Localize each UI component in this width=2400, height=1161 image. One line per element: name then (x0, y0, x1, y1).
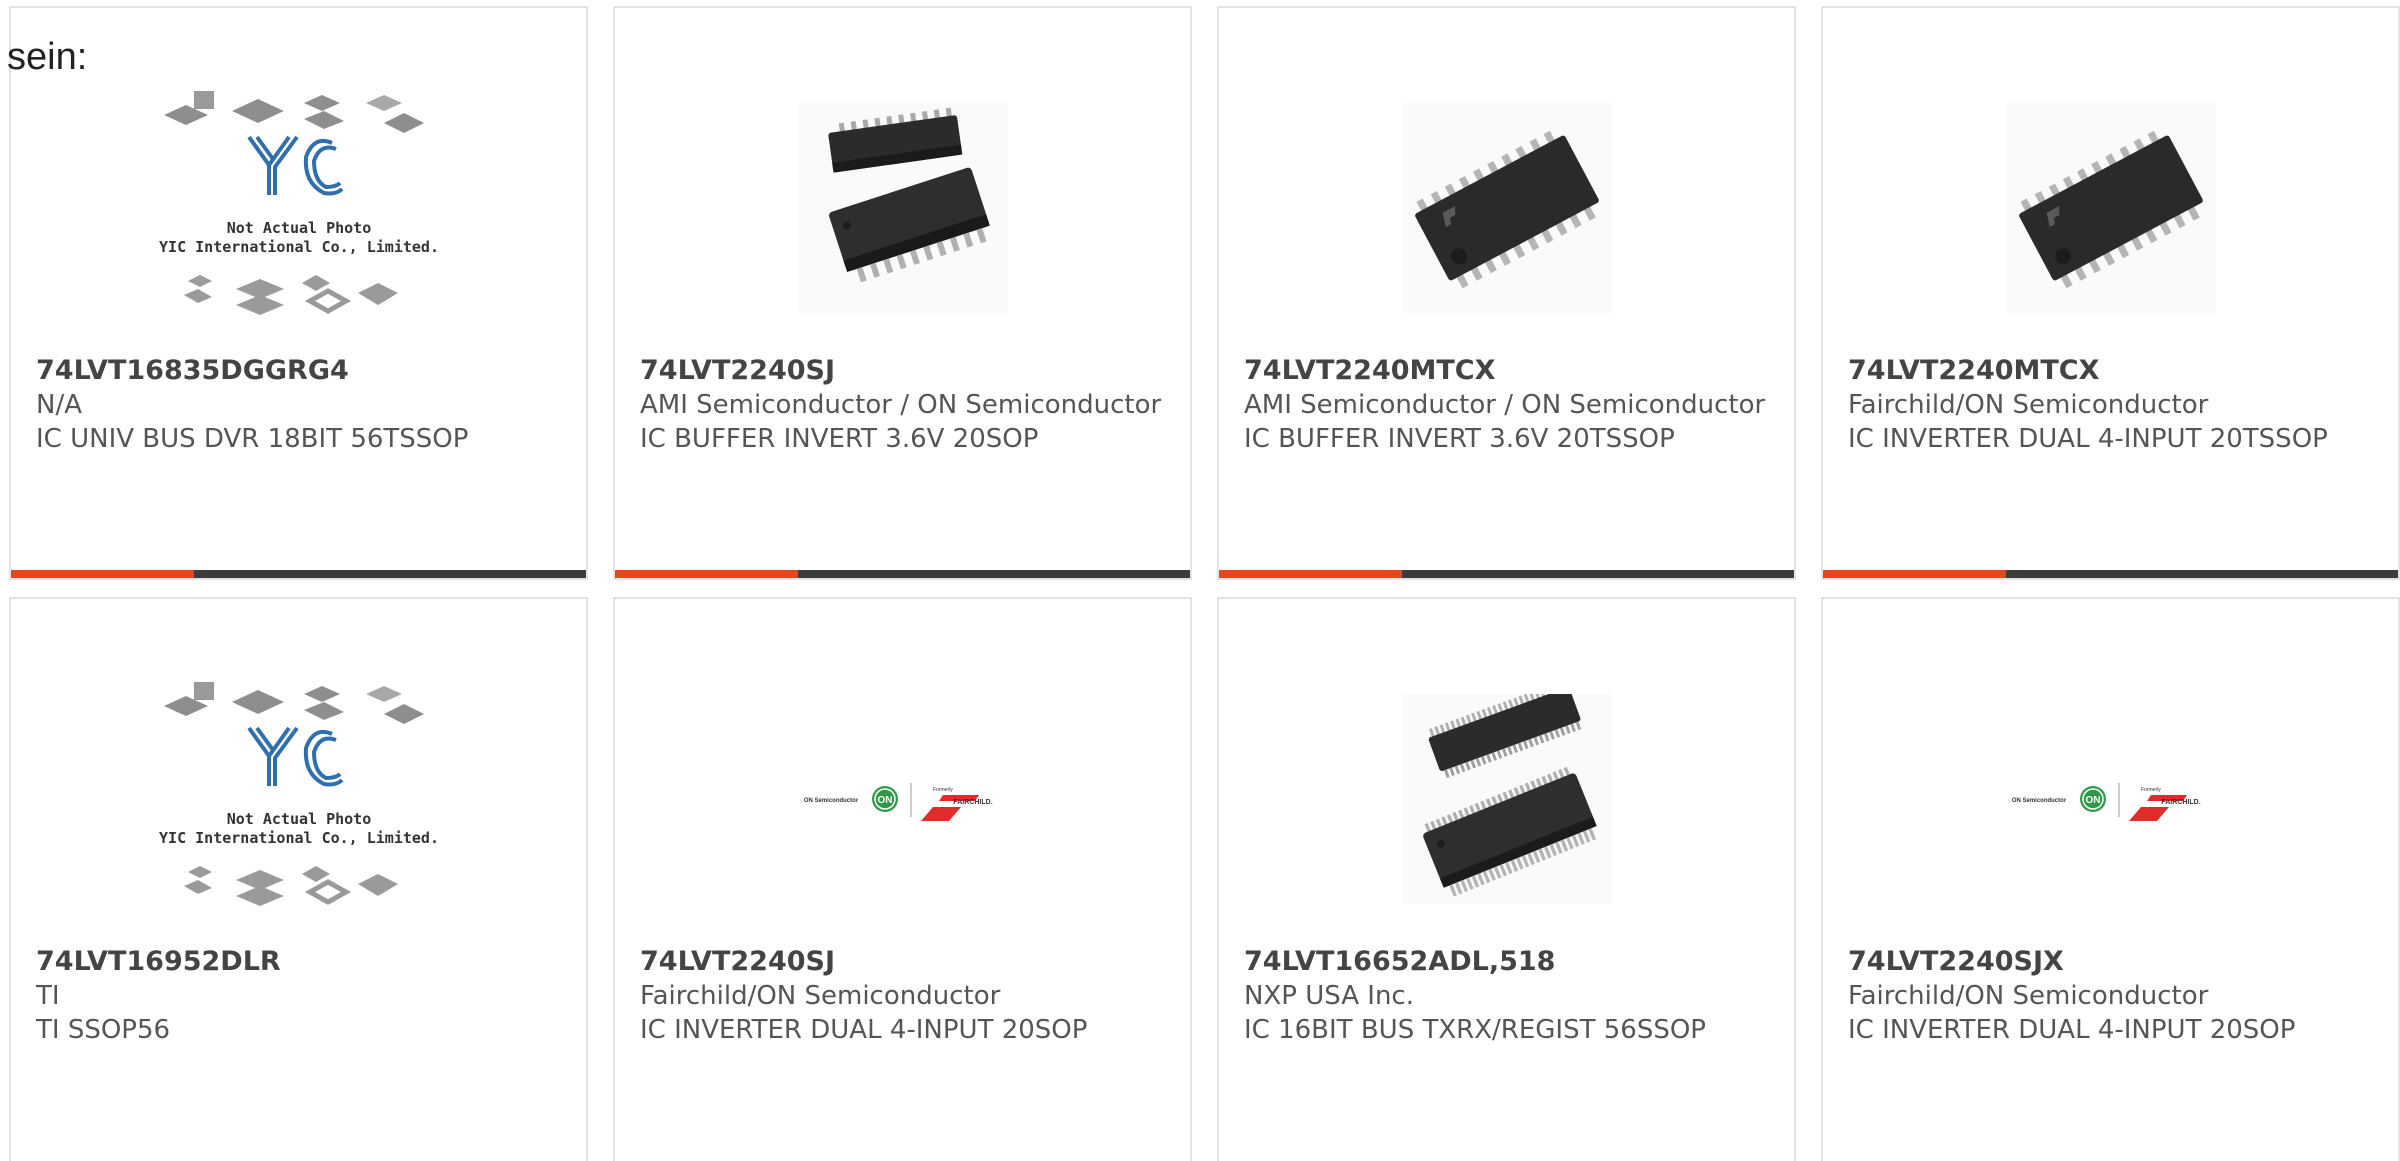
placeholder-line1: Not Actual Photo (226, 810, 371, 828)
product-card[interactable]: 74LVT2240MTCX AMI Semiconductor / ON Semi… (1217, 6, 1796, 580)
logo-left-text: ON Semiconductor (803, 798, 858, 804)
manufacturer-label: Fairchild/ON Semiconductor (1848, 390, 2209, 420)
placeholder-line2: YIC International Co., Limited. (159, 829, 439, 847)
part-number-link[interactable]: 74LVT2240MTCX (1244, 354, 1774, 388)
product-card[interactable]: 74LVT2240MTCX Fairchild/ON Semiconductor I… (1821, 6, 2400, 580)
logo-on-text: ON (877, 795, 892, 806)
manufacturer-label: N/A (36, 390, 82, 420)
chip-photo-tssop20 (1401, 103, 1612, 313)
product-card[interactable]: ON Semiconductor ON Formerly FAIRCHILD. 74LV… (1821, 597, 2400, 1161)
product-card[interactable]: 74LVT16652ADL,518 NXP USA Inc. IC 16BIT BU… (1217, 597, 1796, 1161)
part-number-link[interactable]: 74LVT2240SJ (640, 945, 1170, 979)
logo-formerly-text: Formerly (933, 787, 953, 793)
product-info: 74LVT16952DLR TI TI SSOP56 (36, 945, 566, 1047)
product-card[interactable]: Not Actual Photo YIC International Co., L… (9, 6, 588, 580)
product-image[interactable] (1219, 659, 1794, 939)
product-image[interactable]: Not Actual Photo YIC International Co., L… (11, 68, 586, 348)
card-accent-bar (11, 570, 194, 578)
description-label: IC BUFFER INVERT 3.6V 20SOP (640, 424, 1039, 454)
manufacturer-label: AMI Semiconductor / ON Semiconductor (640, 390, 1162, 420)
product-info: 74LVT2240SJ Fairchild/ON Semiconductor IC … (640, 945, 1170, 1047)
description-label: IC INVERTER DUAL 4-INPUT 20TSSOP (1848, 424, 2328, 454)
product-info: 74LVT16652ADL,518 NXP USA Inc. IC 16BIT BU… (1244, 945, 1774, 1047)
logo-fairchild-text: FAIRCHILD. (2161, 799, 2200, 806)
placeholder-photo: Not Actual PhotoYIC International Co., L… (159, 682, 439, 906)
manufacturer-label: TI (36, 981, 60, 1011)
card-bottom-bar (1823, 570, 2398, 578)
card-accent-bar (1219, 570, 1402, 578)
product-image[interactable] (1823, 68, 2398, 348)
description-label: TI SSOP56 (36, 1015, 171, 1045)
product-image[interactable]: Not Actual Photo YIC International Co., L… (11, 659, 586, 939)
description-label: IC UNIV BUS DVR 18BIT 56TSSOP (36, 424, 469, 454)
product-image[interactable]: ON Semiconductor ON Formerly FAIRCHILD. (615, 659, 1190, 939)
part-number-link[interactable]: 74LVT16652ADL,518 (1244, 945, 1774, 979)
description-label: IC INVERTER DUAL 4-INPUT 20SOP (1848, 1015, 2296, 1045)
chip-photo-tssop20 (2005, 103, 2216, 313)
logo-formerly-text: Formerly (2141, 787, 2161, 793)
card-accent-bar (615, 570, 798, 578)
part-number-link[interactable]: 74LVT2240MTCX (1848, 354, 2378, 388)
placeholder-line1: Not Actual Photo (226, 219, 371, 237)
product-info: 74LVT2240SJ AMI Semiconductor / ON Semico… (640, 354, 1170, 456)
on-fairchild-logo: ON Semiconductor ON FormerlyFAIRCHILD. (803, 783, 992, 821)
card-accent-bar (1823, 570, 2006, 578)
lead-text: sein: (7, 36, 88, 78)
product-card[interactable]: ON Semiconductor ON Formerly FAIRCHILD. 74LV… (613, 597, 1192, 1161)
manufacturer-label: AMI Semiconductor / ON Semiconductor (1244, 390, 1766, 420)
logo-fairchild-text: FAIRCHILD. (953, 799, 992, 806)
part-number-link[interactable]: 74LVT16835DGGRG4 (36, 354, 566, 388)
placeholder-line2: YIC International Co., Limited. (159, 238, 439, 256)
card-bottom-bar (1219, 570, 1794, 578)
product-card[interactable]: Not Actual Photo YIC International Co., L… (9, 597, 588, 1161)
logo-on-text: ON (2085, 795, 2100, 806)
card-bottom-bar (615, 570, 1190, 578)
manufacturer-label: Fairchild/ON Semiconductor (640, 981, 1001, 1011)
product-info: 74LVT16835DGGRG4 N/A IC UNIV BUS DVR 18BIT… (36, 354, 566, 456)
manufacturer-label: NXP USA Inc. (1244, 981, 1414, 1011)
description-label: IC BUFFER INVERT 3.6V 20TSSOP (1244, 424, 1675, 454)
chip-photo-ssop56 (1401, 694, 1612, 904)
part-number-link[interactable]: 74LVT2240SJ (640, 354, 1170, 388)
placeholder-photo: Not Actual PhotoYIC International Co., L… (159, 91, 439, 315)
product-info: 74LVT2240MTCX Fairchild/ON Semiconductor I… (1848, 354, 2378, 456)
product-image[interactable] (615, 68, 1190, 348)
description-label: IC INVERTER DUAL 4-INPUT 20SOP (640, 1015, 1088, 1045)
chip-photo-soic20 (797, 103, 1008, 313)
product-info: 74LVT2240SJX Fairchild/ON Semiconductor IC… (1848, 945, 2378, 1047)
product-image[interactable] (1219, 68, 1794, 348)
card-bottom-bar (11, 570, 586, 578)
product-info: 74LVT2240MTCX AMI Semiconductor / ON Semi… (1244, 354, 1774, 456)
product-image[interactable]: ON Semiconductor ON Formerly FAIRCHILD. (1823, 659, 2398, 939)
product-grid-page: sein: Not Actual Photo YIC International … (0, 0, 2400, 1161)
product-card[interactable]: 74LVT2240SJ AMI Semiconductor / ON Semico… (613, 6, 1192, 580)
manufacturer-label: Fairchild/ON Semiconductor (1848, 981, 2209, 1011)
on-fairchild-logo: ON Semiconductor ON FormerlyFAIRCHILD. (2011, 783, 2200, 821)
logo-left-text: ON Semiconductor (2011, 798, 2066, 804)
part-number-link[interactable]: 74LVT16952DLR (36, 945, 566, 979)
part-number-link[interactable]: 74LVT2240SJX (1848, 945, 2378, 979)
description-label: IC 16BIT BUS TXRX/REGIST 56SSOP (1244, 1015, 1706, 1045)
